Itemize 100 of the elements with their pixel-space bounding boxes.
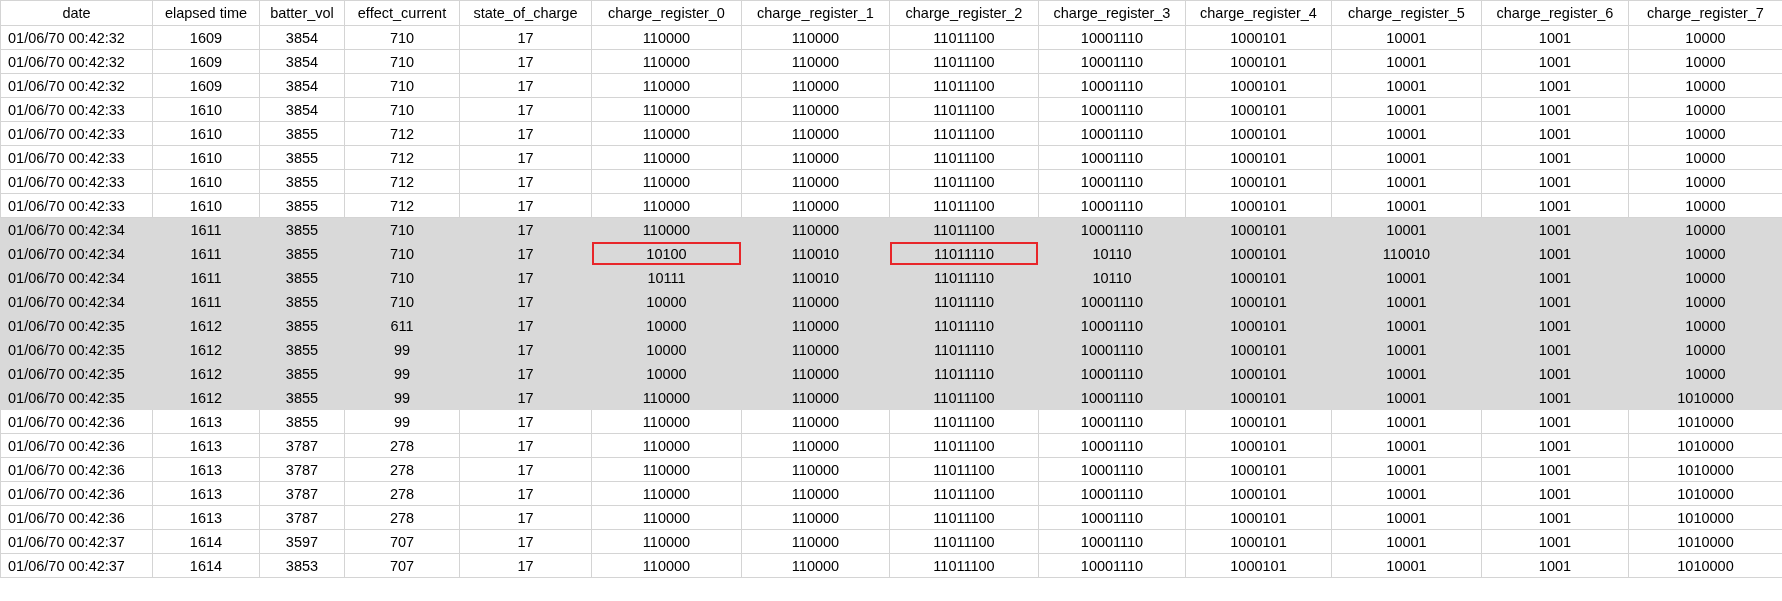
table-row[interactable]: 01/06/70 00:42:32 1609 3854 710 17 110000 110000 11011100 10001110 1000101 10001 1001 10000 <box>0 25 1782 50</box>
table-cell: 17 <box>459 145 592 170</box>
table-cell: 1000101 <box>1185 385 1332 410</box>
table-cell: 10001 <box>1331 457 1482 482</box>
column-header: effect_current <box>344 0 460 26</box>
table-cell: 10001 <box>1331 121 1482 146</box>
table-cell: 17 <box>459 505 592 530</box>
table-row[interactable]: 01/06/70 00:42:36 1613 3855 99 17 110000 110000 11011100 10001110 1000101 10001 1001 1010000 <box>0 409 1782 434</box>
table-row[interactable]: 01/06/70 00:42:36 1613 3787 278 17 110000 110000 11011100 10001110 1000101 10001 1001 1010000 <box>0 433 1782 458</box>
table-cell: 99 <box>344 409 460 434</box>
table-cell: 3853 <box>259 553 345 578</box>
table-row[interactable]: 01/06/70 00:42:37 1614 3597 707 17 110000 110000 11011100 10001110 1000101 10001 1001 1010000 <box>0 529 1782 554</box>
table-cell: 1610 <box>152 121 260 146</box>
table-cell: 1001 <box>1481 553 1629 578</box>
table-cell: 712 <box>344 193 460 218</box>
table-cell: 278 <box>344 481 460 506</box>
table-row[interactable]: 01/06/70 00:42:36 1613 3787 278 17 110000 110000 11011100 10001110 1000101 10001 1001 1010000 <box>0 481 1782 506</box>
table-row[interactable]: 01/06/70 00:42:32 1609 3854 710 17 110000 110000 11011100 10001110 1000101 10001 1001 10000 <box>0 49 1782 74</box>
table-cell: 110000 <box>741 145 890 170</box>
table-cell: 01/06/70 00:42:36 <box>0 481 153 506</box>
table-row[interactable]: 01/06/70 00:42:34 1611 3855 710 17 10100 110010 11011110 10110 1000101 110010 1001 10000 <box>0 241 1782 266</box>
table-row[interactable]: 01/06/70 00:42:33 1610 3855 712 17 110000 110000 11011100 10001110 1000101 10001 1001 10000 <box>0 145 1782 170</box>
table-row[interactable]: 01/06/70 00:42:34 1611 3855 710 17 110000 110000 11011100 10001110 1000101 10001 1001 10000 <box>0 217 1782 242</box>
table-cell: 17 <box>459 121 592 146</box>
table-cell: 1000101 <box>1185 457 1332 482</box>
table-cell: 1000101 <box>1185 313 1332 338</box>
table-cell: 110000 <box>591 505 742 530</box>
table-cell: 110000 <box>591 481 742 506</box>
table-cell: 17 <box>459 409 592 434</box>
table-cell: 17 <box>459 457 592 482</box>
table-row[interactable]: 01/06/70 00:42:33 1610 3855 712 17 110000 110000 11011100 10001110 1000101 10001 1001 10000 <box>0 121 1782 146</box>
table-cell: 10001110 <box>1038 289 1186 314</box>
table-cell: 1613 <box>152 457 260 482</box>
table-row[interactable]: 01/06/70 00:42:34 1611 3855 710 17 10000 110000 11011110 10001110 1000101 10001 1001 10000 <box>0 289 1782 314</box>
table-cell: 10110 <box>1038 241 1186 266</box>
table-row[interactable]: 01/06/70 00:42:33 1610 3855 712 17 110000 110000 11011100 10001110 1000101 10001 1001 10000 <box>0 193 1782 218</box>
table-cell: 01/06/70 00:42:36 <box>0 457 153 482</box>
table-cell: 10000 <box>1628 289 1782 314</box>
table-cell: 01/06/70 00:42:35 <box>0 361 153 386</box>
table-cell: 110000 <box>741 169 890 194</box>
table-cell: 17 <box>459 313 592 338</box>
table-cell: 01/06/70 00:42:35 <box>0 337 153 362</box>
table-cell: 3855 <box>259 409 345 434</box>
table-cell: 17 <box>459 481 592 506</box>
table-row[interactable]: 01/06/70 00:42:34 1611 3855 710 17 10111 110010 11011110 10110 1000101 10001 1001 10000 <box>0 265 1782 290</box>
table-cell: 3854 <box>259 25 345 50</box>
table-cell: 110000 <box>741 433 890 458</box>
table-cell: 1000101 <box>1185 265 1332 290</box>
table-row[interactable]: 01/06/70 00:42:33 1610 3854 710 17 110000 110000 11011100 10001110 1000101 10001 1001 10000 <box>0 97 1782 122</box>
table-cell: 10001 <box>1331 25 1482 50</box>
table-cell: 1001 <box>1481 409 1629 434</box>
table-row[interactable]: 01/06/70 00:42:32 1609 3854 710 17 110000 110000 11011100 10001110 1000101 10001 1001 10000 <box>0 73 1782 98</box>
table-cell: 278 <box>344 457 460 482</box>
table-cell: 17 <box>459 169 592 194</box>
column-header: charge_register_3 <box>1038 0 1186 26</box>
table-cell: 3787 <box>259 457 345 482</box>
table-cell: 110000 <box>741 505 890 530</box>
table-cell: 1001 <box>1481 169 1629 194</box>
table-cell: 11011100 <box>889 169 1039 194</box>
table-cell: 10001 <box>1331 409 1482 434</box>
table-cell: 10001110 <box>1038 337 1186 362</box>
table-cell: 110000 <box>591 193 742 218</box>
table-cell: 707 <box>344 553 460 578</box>
table-row[interactable]: 01/06/70 00:42:35 1612 3855 99 17 10000 110000 11011110 10001110 1000101 10001 1001 10000 <box>0 361 1782 386</box>
table-cell: 3854 <box>259 73 345 98</box>
table-cell: 1000101 <box>1185 169 1332 194</box>
table-cell: 10001110 <box>1038 385 1186 410</box>
table-cell: 11011110 <box>889 361 1039 386</box>
table-cell: 110000 <box>591 73 742 98</box>
table-cell: 10001110 <box>1038 553 1186 578</box>
table-cell: 1000101 <box>1185 97 1332 122</box>
table-cell: 10001 <box>1331 169 1482 194</box>
table-cell: 110000 <box>741 217 890 242</box>
table-cell: 3787 <box>259 433 345 458</box>
table-cell: 1612 <box>152 313 260 338</box>
table-row[interactable]: 01/06/70 00:42:36 1613 3787 278 17 110000 110000 11011100 10001110 1000101 10001 1001 1010000 <box>0 457 1782 482</box>
table-row[interactable]: 01/06/70 00:42:37 1614 3853 707 17 110000 110000 11011100 10001110 1000101 10001 1001 1010000 <box>0 553 1782 578</box>
table-cell: 11011100 <box>889 97 1039 122</box>
table-row[interactable]: 01/06/70 00:42:35 1612 3855 611 17 10000 110000 11011110 10001110 1000101 10001 1001 10000 <box>0 313 1782 338</box>
table-cell: 01/06/70 00:42:37 <box>0 529 153 554</box>
table-cell: 01/06/70 00:42:34 <box>0 241 153 266</box>
table-cell: 10001 <box>1331 49 1482 74</box>
table-cell: 11011110 <box>889 241 1039 266</box>
table-cell: 10000 <box>591 313 742 338</box>
column-header: charge_register_6 <box>1481 0 1629 26</box>
table-row[interactable]: 01/06/70 00:42:35 1612 3855 99 17 110000 110000 11011100 10001110 1000101 10001 1001 1010000 <box>0 385 1782 410</box>
table-cell: 712 <box>344 121 460 146</box>
table-row[interactable]: 01/06/70 00:42:36 1613 3787 278 17 110000 110000 11011100 10001110 1000101 10001 1001 1010000 <box>0 505 1782 530</box>
table-cell: 17 <box>459 337 592 362</box>
table-cell: 110000 <box>741 361 890 386</box>
table-row[interactable]: 01/06/70 00:42:33 1610 3855 712 17 110000 110000 11011100 10001110 1000101 10001 1001 10000 <box>0 169 1782 194</box>
table-cell: 1000101 <box>1185 529 1332 554</box>
table-cell: 1001 <box>1481 193 1629 218</box>
table-cell: 11011100 <box>889 217 1039 242</box>
table-cell: 1000101 <box>1185 121 1332 146</box>
table-cell: 110000 <box>591 97 742 122</box>
table-cell: 11011100 <box>889 505 1039 530</box>
table-row[interactable]: 01/06/70 00:42:35 1612 3855 99 17 10000 110000 11011110 10001110 1000101 10001 1001 10000 <box>0 337 1782 362</box>
table-cell: 110000 <box>741 481 890 506</box>
table-cell: 712 <box>344 169 460 194</box>
